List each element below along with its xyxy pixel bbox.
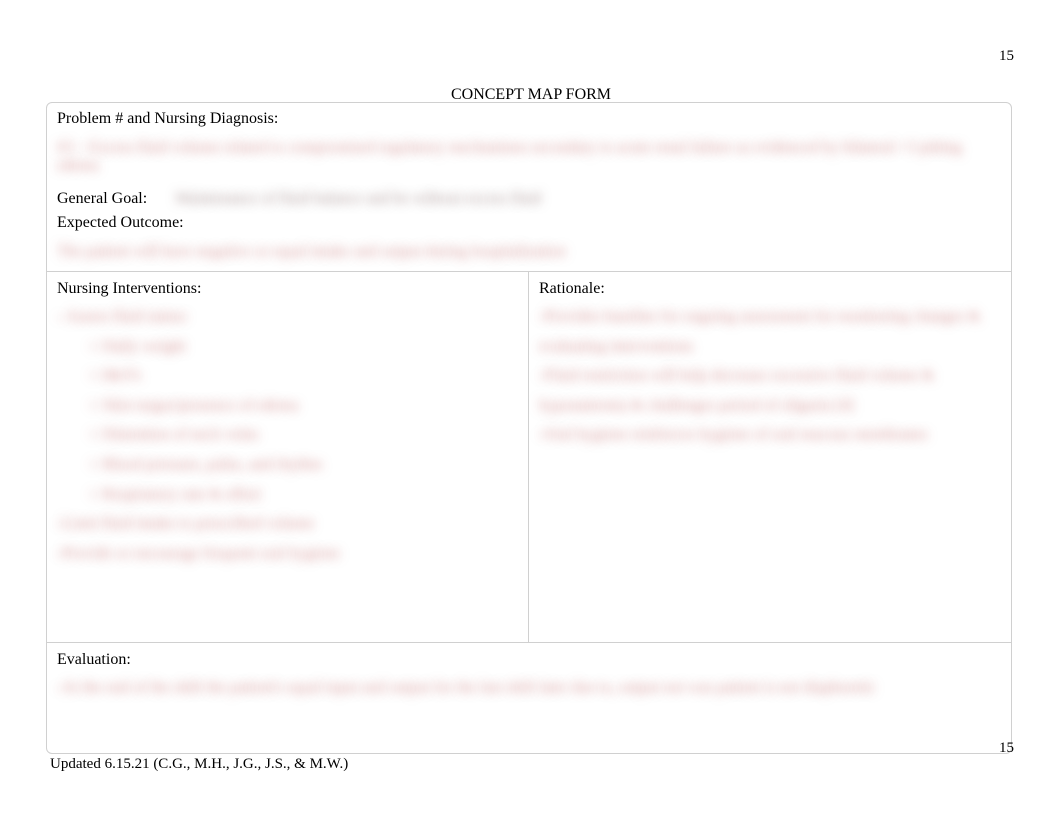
page-number-bottom: 15	[999, 740, 1014, 757]
intervention-subitem: ○ Distention of neck veins	[57, 420, 518, 450]
header-section: Problem # and Nursing Diagnosis: #3 – Ex…	[47, 103, 1011, 272]
rationale-item: -Provides baseline for ongoing assessmen…	[539, 302, 1001, 361]
goal-label: General Goal:	[57, 190, 147, 207]
rationale-item: -Oral hygiene reinforces hygiene of oral…	[539, 420, 1001, 450]
expected-outcome-label: Expected Outcome:	[57, 214, 184, 231]
footer-updated: Updated 6.15.21 (C.G., M.H., J.G., J.S.,…	[50, 756, 348, 773]
intervention-item: -Provide or encourage frequent oral hygi…	[57, 539, 518, 569]
intervention-subitem: ○ Blood pressure, pulse, and rhythm	[57, 450, 518, 480]
rationale-column: Rationale: -Provides baseline for ongoin…	[529, 272, 1011, 642]
rationale-label: Rationale:	[539, 280, 1001, 298]
page-number-top: 15	[999, 48, 1014, 65]
evaluation-section: Evaluation: -At the end of the shift the…	[47, 643, 1011, 753]
evaluation-value: -At the end of the shift the patient's e…	[57, 673, 1001, 703]
expected-outcome-value: The patient will have negative or equal …	[57, 243, 1001, 261]
intervention-subitem: ○ Respiratory rate & effort	[57, 480, 518, 510]
intervention-subitem: ○ Daily weight	[57, 332, 518, 362]
concept-map-form: Problem # and Nursing Diagnosis: #3 – Ex…	[46, 102, 1012, 754]
intervention-subitem: ○ Skin turgor/presence of edema	[57, 391, 518, 421]
interventions-column: Nursing Interventions: - Assess fluid st…	[47, 272, 529, 642]
intervention-subitem: ○ I&O's	[57, 361, 518, 391]
interventions-label: Nursing Interventions:	[57, 280, 518, 298]
intervention-item: - Assess fluid status:	[57, 302, 518, 332]
middle-section: Nursing Interventions: - Assess fluid st…	[47, 272, 1011, 643]
evaluation-label: Evaluation:	[57, 651, 1001, 669]
rationale-item: -Fluid restriction will help decrease ex…	[539, 361, 1001, 420]
problem-label: Problem # and Nursing Diagnosis:	[57, 110, 278, 127]
goal-value: Maintenance of fluid balance and be with…	[175, 190, 541, 207]
problem-value: #3 – Excess fluid volume related to comp…	[57, 139, 1001, 175]
intervention-item: -Limit fluid intake to prescribed volume	[57, 509, 518, 539]
